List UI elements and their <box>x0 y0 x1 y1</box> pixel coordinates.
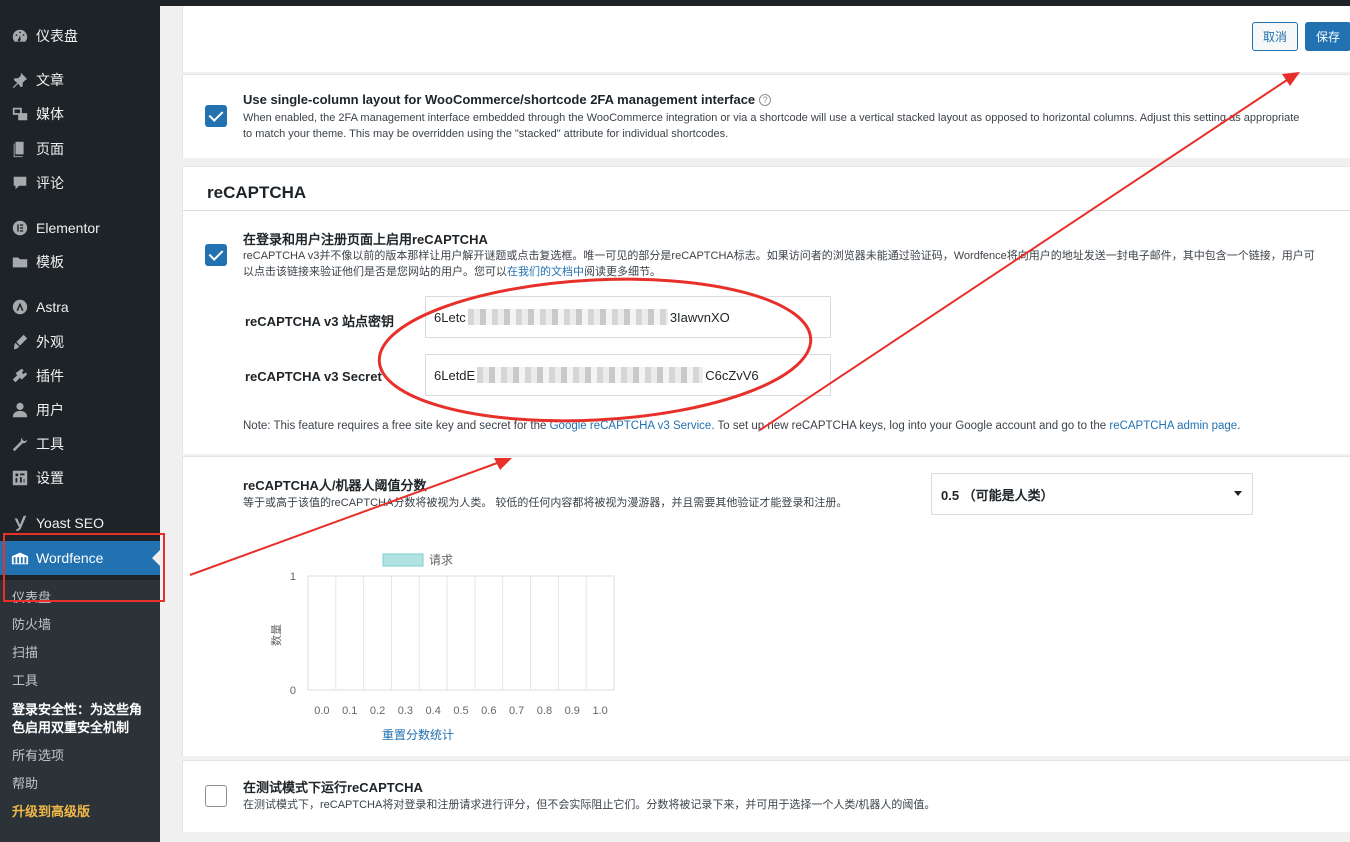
wrench-icon <box>10 434 30 454</box>
y-tick-label: 1 <box>290 571 296 583</box>
recaptcha-note: Note: This feature requires a free site … <box>243 420 1241 432</box>
reset-stats-link[interactable]: 重置分数统计 <box>382 727 454 743</box>
legend-label: 请求 <box>429 553 453 567</box>
single-column-checkbox[interactable] <box>205 105 227 127</box>
page-icon <box>10 139 30 159</box>
submenu-tools[interactable]: 工具 <box>12 672 152 690</box>
secret-label: reCAPTCHA v3 Secret <box>245 369 382 384</box>
admin-sidebar: 仪表盘 文章 媒体 页面 评论 Elementor 模板 Astra 外观 插件… <box>0 0 160 842</box>
sidebar-item-templates[interactable]: 模板 <box>0 245 160 279</box>
x-tick-label: 0.6 <box>481 705 496 717</box>
test-mode-checkbox[interactable] <box>205 785 227 807</box>
wordfence-submenu: 仪表盘 防火墙 扫描 工具 登录安全性：为这些角色启用双重安全机制 所有选项 帮… <box>0 580 160 842</box>
legend-swatch <box>382 553 424 567</box>
pin-icon <box>10 70 30 90</box>
recaptcha-section: reCAPTCHA 在登录和用户注册页面上启用reCAPTCHA reCAPTC… <box>182 166 1350 454</box>
submenu-dashboard[interactable]: 仪表盘 <box>12 589 152 607</box>
sidebar-item-elementor[interactable]: Elementor <box>0 211 160 245</box>
submenu-all-options[interactable]: 所有选项 <box>12 747 152 765</box>
chart-ticks: 0 1 0.0 0.1 0.2 0.3 0.4 0.5 0.6 0.7 0.8 0.9 1.0 <box>290 571 608 717</box>
sidebar-item-comments[interactable]: 评论 <box>0 166 160 200</box>
section-title: reCAPTCHA <box>207 183 307 202</box>
media-icon <box>10 104 30 124</box>
save-button[interactable]: 保存 <box>1305 22 1350 51</box>
submenu-login-security[interactable]: 登录安全性：为这些角色启用双重安全机制 <box>12 701 152 737</box>
redaction-blur <box>477 367 704 383</box>
main-content: 取消 保存 Use single-column layout for WooCo… <box>160 0 1350 842</box>
docs-link[interactable]: 在我们的文档中 <box>507 266 584 278</box>
sidebar-item-plugins[interactable]: 插件 <box>0 359 160 393</box>
secret-input[interactable]: 6LetdE C6cZvV6 <box>425 354 831 396</box>
save-toolbar: 取消 保存 <box>182 6 1350 72</box>
divider <box>183 210 1350 211</box>
submenu-firewall[interactable]: 防火墙 <box>12 616 152 634</box>
elementor-icon <box>10 218 30 238</box>
plot-frame <box>307 575 615 691</box>
x-tick-label: 0.4 <box>426 705 441 717</box>
x-tick-label: 0.9 <box>565 705 580 717</box>
brush-icon <box>10 332 30 352</box>
threshold-desc: 等于或高于该值的reCAPTCHA分数将被视为人类。 较低的任何内容都将被视为漫… <box>243 497 848 509</box>
sidebar-item-posts[interactable]: 文章 <box>0 63 160 97</box>
redaction-blur <box>467 309 668 325</box>
plugin-icon <box>10 366 30 386</box>
x-tick-label: 0.7 <box>509 705 524 717</box>
wordfence-icon <box>10 548 30 568</box>
recaptcha-admin-link[interactable]: reCAPTCHA admin page <box>1109 420 1237 432</box>
test-mode-option: 在测试模式下运行reCAPTCHA 在测试模式下，reCAPTCHA将对登录和注… <box>182 760 1350 832</box>
site-key-label: reCAPTCHA v3 站点密钥 <box>245 314 395 329</box>
comment-icon <box>10 173 30 193</box>
astra-icon <box>10 297 30 317</box>
recaptcha-service-link[interactable]: Google reCAPTCHA v3 Service <box>550 420 712 432</box>
x-tick-label: 0.3 <box>398 705 413 717</box>
sidebar-item-dashboard[interactable]: 仪表盘 <box>0 19 160 53</box>
site-key-input[interactable]: 6Letc 3IawvnXO <box>425 296 831 338</box>
chart-grid <box>307 575 615 691</box>
x-tick-label: 1.0 <box>592 705 607 717</box>
sidebar-item-appearance[interactable]: 外观 <box>0 325 160 359</box>
sidebar-item-pages[interactable]: 页面 <box>0 132 160 166</box>
submenu-upgrade[interactable]: 升级到高级版 <box>12 803 152 821</box>
folder-icon <box>10 252 30 272</box>
single-column-title: Use single-column layout for WooCommerce… <box>243 92 756 107</box>
submenu-scan[interactable]: 扫描 <box>12 644 152 662</box>
y-tick-label: 0 <box>290 685 296 697</box>
test-mode-desc: 在测试模式下，reCAPTCHA将对登录和注册请求进行评分，但不会实际阻止它们。… <box>243 799 936 811</box>
sidebar-item-tools[interactable]: 工具 <box>0 427 160 461</box>
cancel-button[interactable]: 取消 <box>1252 22 1298 51</box>
dashboard-icon <box>10 26 30 46</box>
test-mode-title: 在测试模式下运行reCAPTCHA <box>243 780 423 795</box>
user-icon <box>10 400 30 420</box>
sidebar-item-settings[interactable]: 设置 <box>0 461 160 495</box>
x-tick-label: 0.0 <box>314 705 329 717</box>
submenu-help[interactable]: 帮助 <box>12 775 152 793</box>
threshold-section: reCAPTCHA人/机器人阈值分数 等于或高于该值的reCAPTCHA分数将被… <box>182 456 1350 756</box>
enable-recaptcha-title: 在登录和用户注册页面上启用reCAPTCHA <box>243 232 488 247</box>
settings-icon <box>10 468 30 488</box>
x-tick-label: 0.8 <box>537 705 552 717</box>
threshold-select[interactable]: 0.5 （可能是人类） <box>931 473 1253 515</box>
yoast-icon <box>10 513 30 533</box>
enable-recaptcha-desc: reCAPTCHA v3并不像以前的版本那样让用户解开谜题或点击复选框。唯一可见… <box>243 250 1315 278</box>
threshold-title: reCAPTCHA人/机器人阈值分数 <box>243 478 427 493</box>
x-tick-label: 0.2 <box>370 705 385 717</box>
sidebar-item-users[interactable]: 用户 <box>0 393 160 427</box>
sidebar-item-media[interactable]: 媒体 <box>0 97 160 131</box>
single-column-desc: When enabled, the 2FA management interfa… <box>243 112 1300 140</box>
x-tick-label: 0.5 <box>453 705 468 717</box>
help-icon[interactable]: ? <box>759 94 772 106</box>
sidebar-item-yoast[interactable]: Yoast SEO <box>0 506 160 540</box>
y-axis-label: 数量 <box>270 624 283 646</box>
chevron-down-icon <box>1234 491 1242 496</box>
x-tick-label: 0.1 <box>342 705 357 717</box>
sidebar-item-astra[interactable]: Astra <box>0 290 160 324</box>
sidebar-item-wordfence[interactable]: Wordfence <box>0 541 160 575</box>
single-column-option: Use single-column layout for WooCommerce… <box>182 74 1350 158</box>
enable-recaptcha-checkbox[interactable] <box>205 244 227 266</box>
score-histogram: 请求 数量 0 1 0.0 0.1 0.2 0.3 0.4 0.5 0.6 0.7 0.8 0.9 1.… <box>270 553 615 717</box>
